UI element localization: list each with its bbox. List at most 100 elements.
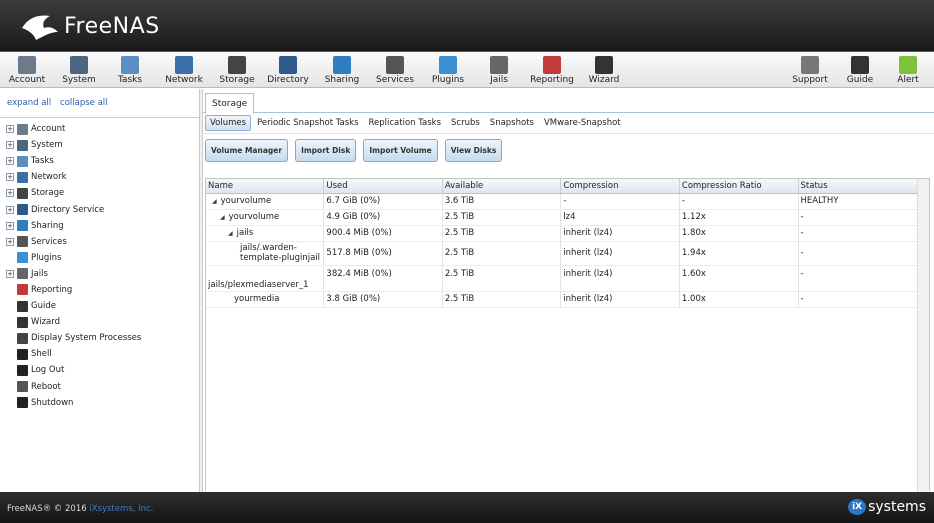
tree-item-label: Storage: [31, 188, 65, 199]
expand-all-link[interactable]: expand all: [7, 98, 51, 108]
tree-controls: expand all collapse all: [0, 89, 199, 118]
plugins-icon: [439, 56, 457, 74]
expand-toggle-icon[interactable]: +: [6, 189, 14, 198]
volume-manager-button[interactable]: Volume Manager: [205, 139, 289, 162]
tree-item-label: Directory Service: [31, 204, 105, 215]
tree-item-storage[interactable]: + Storage: [0, 185, 199, 201]
expand-toggle-icon[interactable]: +: [6, 269, 14, 278]
table-row[interactable]: ◢ yourvolume 6.7 GiB (0%) 3.6 TiB - - HEALTHY: [206, 193, 930, 210]
toolbar-account-button[interactable]: Account: [3, 54, 51, 87]
toolbar-tasks-button[interactable]: Tasks: [106, 54, 154, 87]
subtab-scrubs[interactable]: Scrubs: [447, 116, 484, 130]
tree-item-jails[interactable]: + Jails: [0, 266, 199, 282]
cell-ratio: -: [679, 193, 799, 210]
column-header-compression[interactable]: Compression: [560, 179, 680, 194]
cell-ratio: 1.00x: [679, 291, 799, 308]
toolbar-wizard-button[interactable]: Wizard: [580, 54, 628, 87]
toolbar-services-button[interactable]: Services: [371, 54, 419, 87]
table-row[interactable]: yourmedia 3.8 GiB (0%) 2.5 TiB inherit (lz4…: [206, 291, 930, 308]
table-row[interactable]: jails/plexmediaserver_1 382.4 MiB (0%) 2.5…: [206, 265, 930, 292]
toolbar-jails-button[interactable]: Jails: [475, 54, 523, 87]
jails-icon: [490, 56, 508, 74]
expand-toggle-icon[interactable]: +: [6, 125, 14, 134]
toolbar-reporting-button[interactable]: Reporting: [528, 54, 576, 87]
expand-toggle-icon[interactable]: +: [6, 141, 14, 150]
grid-body: ◢ yourvolume 6.7 GiB (0%) 3.6 TiB - - HEALTHY ◢…: [206, 193, 930, 308]
tree-item-shutdown[interactable]: Shutdown: [0, 395, 199, 411]
tree-item-wizard[interactable]: Wizard: [0, 314, 199, 330]
toolbar-sharing-button[interactable]: Sharing: [318, 54, 366, 87]
subtab-volumes[interactable]: Volumes: [205, 115, 252, 131]
tree-item-directory-service[interactable]: + Directory Service: [0, 201, 199, 217]
expand-toggle-icon[interactable]: +: [6, 157, 14, 166]
toolbar-support-label: Support: [792, 75, 828, 85]
subtab-vmware-snapshot[interactable]: VMware-Snapshot: [540, 116, 625, 130]
import-disk-button[interactable]: Import Disk: [295, 139, 357, 162]
toolbar-network-button[interactable]: Network: [160, 54, 208, 87]
account-icon: [17, 123, 28, 135]
expand-toggle-icon[interactable]: +: [6, 237, 14, 246]
tasks-icon: [17, 155, 28, 167]
toolbar-alert-button[interactable]: Alert: [884, 54, 932, 87]
tree-item-label: Plugins: [31, 252, 62, 263]
storage-icon: [228, 56, 246, 74]
tree-item-network[interactable]: + Network: [0, 169, 199, 185]
expand-toggle-icon[interactable]: +: [6, 221, 14, 230]
services-icon: [386, 56, 404, 74]
tree-item-reporting[interactable]: Reporting: [0, 282, 199, 298]
tree-item-services[interactable]: + Services: [0, 234, 199, 250]
shutdown-icon: [17, 397, 28, 409]
cell-available: 2.5 TiB: [442, 291, 562, 308]
toolbar-guide-button[interactable]: Guide: [836, 54, 884, 87]
view-disks-button[interactable]: View Disks: [444, 139, 503, 162]
support-icon: [801, 56, 819, 74]
column-header-status[interactable]: Status: [798, 179, 930, 194]
sharing-icon: [333, 56, 351, 74]
tree-item-display-system-processes[interactable]: Display System Processes: [0, 330, 199, 346]
collapse-all-link[interactable]: collapse all: [60, 98, 108, 108]
expand-triangle-icon[interactable]: ◢: [220, 214, 225, 221]
tree-item-system[interactable]: + System: [0, 137, 199, 153]
toolbar-directory-button[interactable]: Directory: [264, 54, 312, 87]
table-row[interactable]: ◢ yourvolume 4.9 GiB (0%) 2.5 TiB lz4 1.12x -: [206, 209, 930, 226]
cell-available: 2.5 TiB: [442, 209, 562, 226]
column-header-available[interactable]: Available: [442, 179, 562, 194]
table-row[interactable]: ◢ jails 900.4 MiB (0%) 2.5 TiB inherit (lz4)…: [206, 225, 930, 242]
cell-compression: -: [560, 193, 680, 210]
expand-toggle-icon[interactable]: +: [6, 173, 14, 182]
navigation-tree: + Account + System + Tasks + Network + Storage + Di…: [0, 118, 199, 411]
column-header-compression-ratio[interactable]: Compression Ratio: [679, 179, 799, 194]
tree-item-sharing[interactable]: + Sharing: [0, 218, 199, 234]
tree-item-label: Log Out: [31, 365, 65, 376]
copyright-label: FreeNAS® © 2016: [7, 504, 90, 514]
grid-scrollbar[interactable]: [917, 179, 929, 492]
tree-item-guide[interactable]: Guide: [0, 298, 199, 314]
ixsystems-link[interactable]: iXsystems, Inc.: [89, 504, 153, 514]
tab-storage[interactable]: Storage: [205, 93, 255, 114]
tree-item-account[interactable]: + Account: [0, 121, 199, 137]
expand-triangle-icon[interactable]: ◢: [212, 198, 217, 205]
toolbar-support-button[interactable]: Support: [786, 54, 834, 87]
subtab-periodic-snapshot-tasks[interactable]: Periodic Snapshot Tasks: [253, 116, 362, 130]
volumes-grid: Name Used Available Compression Compression …: [205, 178, 930, 492]
expand-toggle-icon[interactable]: +: [6, 205, 14, 214]
toolbar-plugins-button[interactable]: Plugins: [424, 54, 472, 87]
tree-item-plugins[interactable]: Plugins: [0, 250, 199, 266]
column-header-used[interactable]: Used: [323, 179, 443, 194]
copyright-text: FreeNAS® © 2016 iXsystems, Inc.: [7, 504, 153, 514]
cell-used: 3.8 GiB (0%): [323, 291, 443, 308]
tree-item-label: Guide: [31, 301, 56, 312]
expand-triangle-icon[interactable]: ◢: [228, 230, 233, 237]
import-volume-button[interactable]: Import Volume: [363, 139, 438, 162]
toolbar-system-button[interactable]: System: [55, 54, 103, 87]
table-row[interactable]: jails/.warden-template-pluginjail 517.8 M…: [206, 241, 930, 266]
tree-item-shell[interactable]: Shell: [0, 346, 199, 362]
volume-action-buttons: Volume Manager Import Disk Import Volume Vi…: [203, 133, 934, 166]
subtab-snapshots[interactable]: Snapshots: [486, 116, 538, 130]
column-header-name[interactable]: Name: [206, 179, 325, 194]
tree-item-log-out[interactable]: Log Out: [0, 362, 199, 378]
toolbar-storage-button[interactable]: Storage: [213, 54, 261, 87]
subtab-replication-tasks[interactable]: Replication Tasks: [365, 116, 446, 130]
tree-item-reboot[interactable]: Reboot: [0, 379, 199, 395]
tree-item-tasks[interactable]: + Tasks: [0, 153, 199, 169]
